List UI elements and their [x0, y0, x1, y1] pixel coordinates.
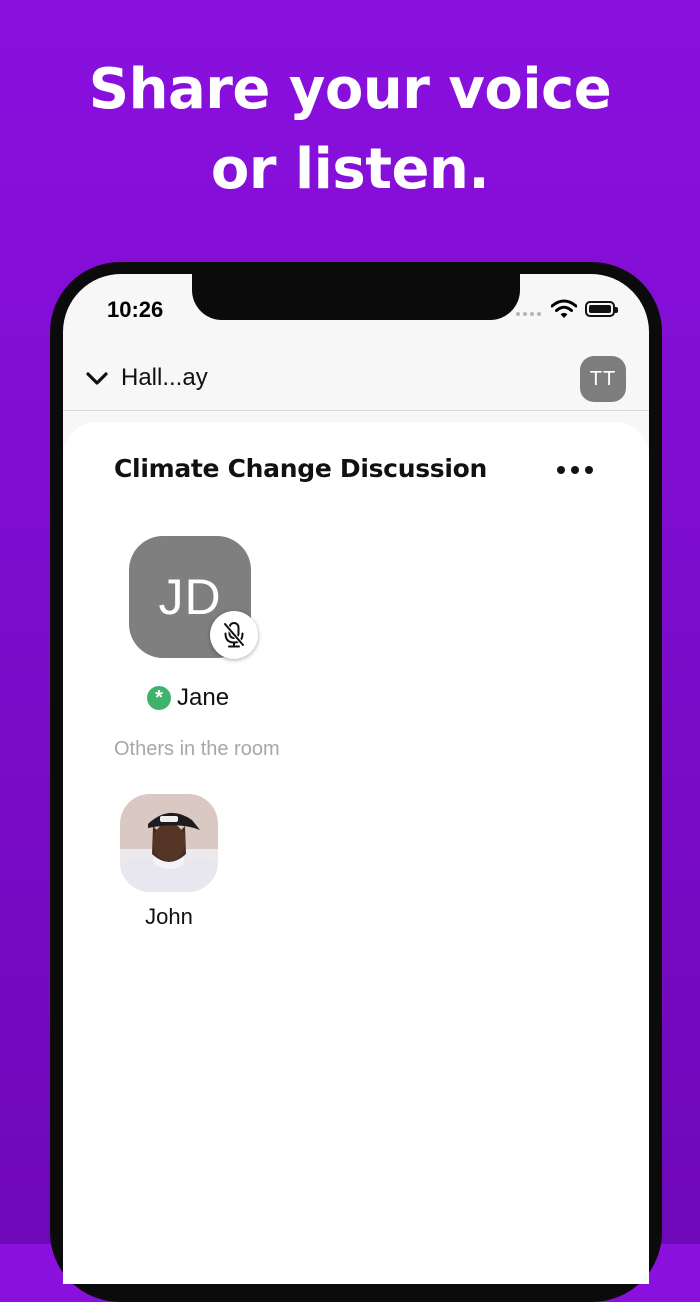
more-options-icon[interactable] [557, 466, 593, 474]
room-title: Climate Change Discussion [114, 454, 488, 483]
speaker-name: Jane [177, 684, 230, 711]
room-card: Climate Change Discussion JD * Jane Othe… [63, 422, 649, 1284]
listener-name: John [145, 904, 193, 929]
room-nav-bar: Hall...ay TT [63, 350, 649, 411]
hallway-title[interactable]: Hall...ay [121, 364, 208, 392]
status-time: 10:26 [107, 297, 164, 322]
others-section-label: Others in the room [114, 738, 280, 760]
listener-avatar-photo[interactable] [120, 794, 218, 892]
phone-notch [192, 274, 520, 320]
profile-avatar[interactable]: TT [580, 356, 626, 402]
headline-line-1: Share your voice [88, 57, 612, 122]
chevron-down-icon[interactable] [85, 367, 109, 391]
headline-line-2: or listen. [210, 137, 490, 202]
battery-icon [585, 301, 618, 317]
muted-mic-icon [210, 611, 258, 659]
promo-headline: Share your voice or listen. [0, 50, 700, 210]
speaker-label: * Jane [147, 684, 229, 712]
wifi-icon [551, 299, 577, 318]
phone-screen: 10:26 Hall...ay TT Climate Change Discus… [63, 274, 649, 1284]
cellular-signal-icon [516, 312, 541, 316]
moderator-badge-icon: * [147, 686, 171, 710]
